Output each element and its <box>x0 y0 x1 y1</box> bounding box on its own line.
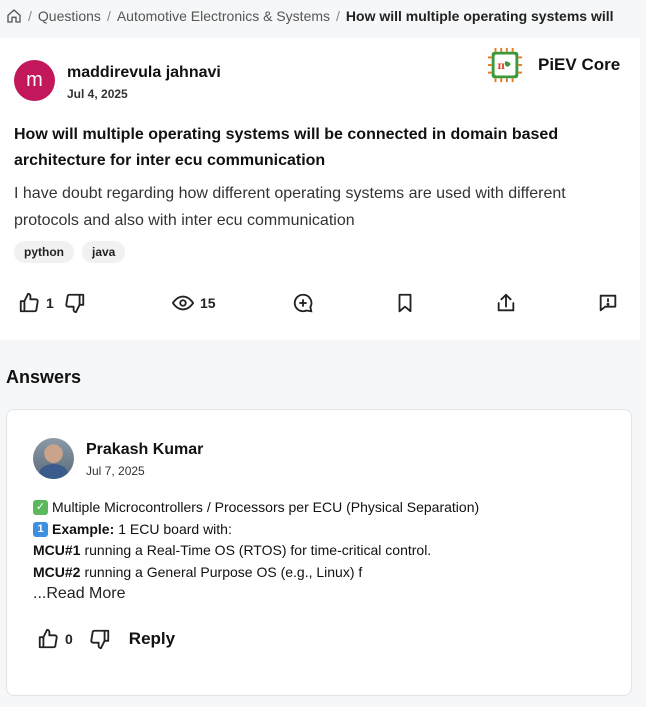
breadcrumb-separator: / <box>106 8 111 24</box>
views-indicator: 15 <box>172 292 216 314</box>
answer-line: ✓ Multiple Microcontrollers / Processors… <box>33 497 613 519</box>
answer-text: 1 ECU board with: <box>118 520 232 537</box>
author-avatar[interactable]: m <box>14 60 55 101</box>
share-button[interactable] <box>495 292 517 314</box>
answer-body: ✓ Multiple Microcontrollers / Processors… <box>33 497 613 583</box>
question-body: I have doubt regarding how different ope… <box>14 185 566 229</box>
read-more-link[interactable]: ...Read More <box>33 585 125 603</box>
bookmark-button[interactable] <box>394 292 416 314</box>
answer-label: MCU#1 <box>33 542 81 558</box>
report-button[interactable] <box>597 292 619 314</box>
report-icon[interactable] <box>597 292 619 314</box>
piev-logo-icon: π <box>487 47 523 83</box>
like-count: 1 <box>46 295 54 311</box>
check-mark-icon: ✓ <box>33 500 48 516</box>
answer-text: running a General Purpose OS (e.g., Linu… <box>84 563 363 580</box>
breadcrumb-current: How will multiple operating systems will <box>345 8 614 24</box>
like-action[interactable]: 1 <box>18 292 86 314</box>
answer-card: Prakash Kumar Jul 7, 2025 ✓ Multiple Mic… <box>6 409 632 696</box>
question-card: m maddirevula jahnavi Jul 4, 2025 π PiEV… <box>0 38 640 340</box>
tag-java[interactable]: java <box>82 241 126 263</box>
tag-python[interactable]: python <box>14 241 74 263</box>
answer-actions: 0 Reply <box>37 627 175 651</box>
thumbs-down-icon[interactable] <box>89 628 111 650</box>
answer-date: Jul 7, 2025 <box>86 464 145 478</box>
keycap-one-icon: 1 <box>33 521 48 537</box>
answer-label: Example: <box>52 520 115 537</box>
answer-author-avatar[interactable] <box>33 438 74 479</box>
reply-button[interactable]: Reply <box>129 629 175 649</box>
author-name[interactable]: maddirevula jahnavi <box>67 64 221 82</box>
brand[interactable]: π PiEV Core <box>486 46 620 84</box>
comment-plus-icon[interactable] <box>292 292 314 314</box>
question-title: How will multiple operating systems will… <box>14 126 559 169</box>
thumbs-up-icon[interactable] <box>18 292 40 314</box>
question-actions: 1 15 <box>0 292 640 320</box>
thumbs-down-icon[interactable] <box>64 292 86 314</box>
answer-text: Multiple Microcontrollers / Processors p… <box>52 499 480 515</box>
home-icon[interactable] <box>6 8 22 24</box>
breadcrumb-separator: / <box>28 8 32 24</box>
answer-author-name[interactable]: Prakash Kumar <box>86 441 203 459</box>
answers-heading: Answers <box>6 367 82 387</box>
breadcrumb-separator: / <box>336 8 340 24</box>
view-count: 15 <box>200 295 216 311</box>
add-answer-button[interactable] <box>292 292 314 314</box>
eye-icon <box>172 295 194 311</box>
share-icon[interactable] <box>495 292 517 314</box>
breadcrumb-category[interactable]: Automotive Electronics & Systems <box>117 8 330 24</box>
answer-line: 1 Example: 1 ECU board with: <box>33 519 613 541</box>
breadcrumb: / Questions / Automotive Electronics & S… <box>6 6 614 26</box>
answer-like-count: 0 <box>65 631 73 647</box>
tag-list: python java <box>14 241 126 263</box>
answer-line: MCU#1 running a Real-Time OS (RTOS) for … <box>33 540 613 562</box>
bookmark-icon[interactable] <box>394 292 416 314</box>
answer-like-action[interactable]: 0 <box>37 628 111 650</box>
answer-line: MCU#2 running a General Purpose OS (e.g.… <box>33 562 613 584</box>
answer-text: running a Real-Time OS (RTOS) for time-c… <box>84 542 432 558</box>
post-date: Jul 4, 2025 <box>67 87 128 101</box>
svg-text:π: π <box>497 60 505 72</box>
brand-name: PiEV Core <box>538 55 621 74</box>
answer-label: MCU#2 <box>33 563 81 580</box>
breadcrumb-questions[interactable]: Questions <box>38 8 101 24</box>
thumbs-up-icon[interactable] <box>37 628 59 650</box>
